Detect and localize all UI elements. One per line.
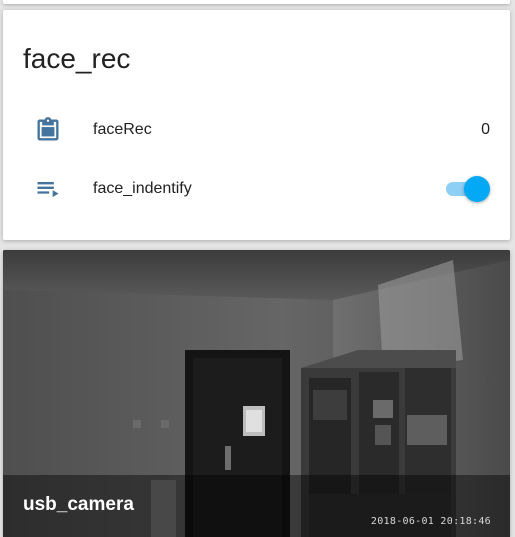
- previous-card-edge: [3, 0, 510, 4]
- toggle-knob: [464, 176, 490, 202]
- playlist-play-icon: [33, 174, 63, 204]
- entity-row-face-indentify[interactable]: face_indentify: [3, 164, 510, 214]
- card-title: face_rec: [23, 43, 131, 74]
- entity-row-facerec[interactable]: faceRec 0: [3, 105, 510, 155]
- camera-card[interactable]: usb_camera 2018-06-01 20:18:46: [3, 250, 510, 537]
- entity-label: face_indentify: [93, 180, 192, 197]
- camera-name: usb_camera: [23, 494, 134, 515]
- face-indentify-toggle[interactable]: [444, 176, 490, 202]
- camera-timestamp: 2018-06-01 20:18:46: [370, 516, 491, 527]
- entity-label: faceRec: [93, 121, 152, 138]
- entity-state-value: 0: [481, 121, 490, 138]
- entities-card: face_rec faceRec 0 face_indentify: [3, 10, 510, 240]
- clipboard-icon: [33, 115, 63, 145]
